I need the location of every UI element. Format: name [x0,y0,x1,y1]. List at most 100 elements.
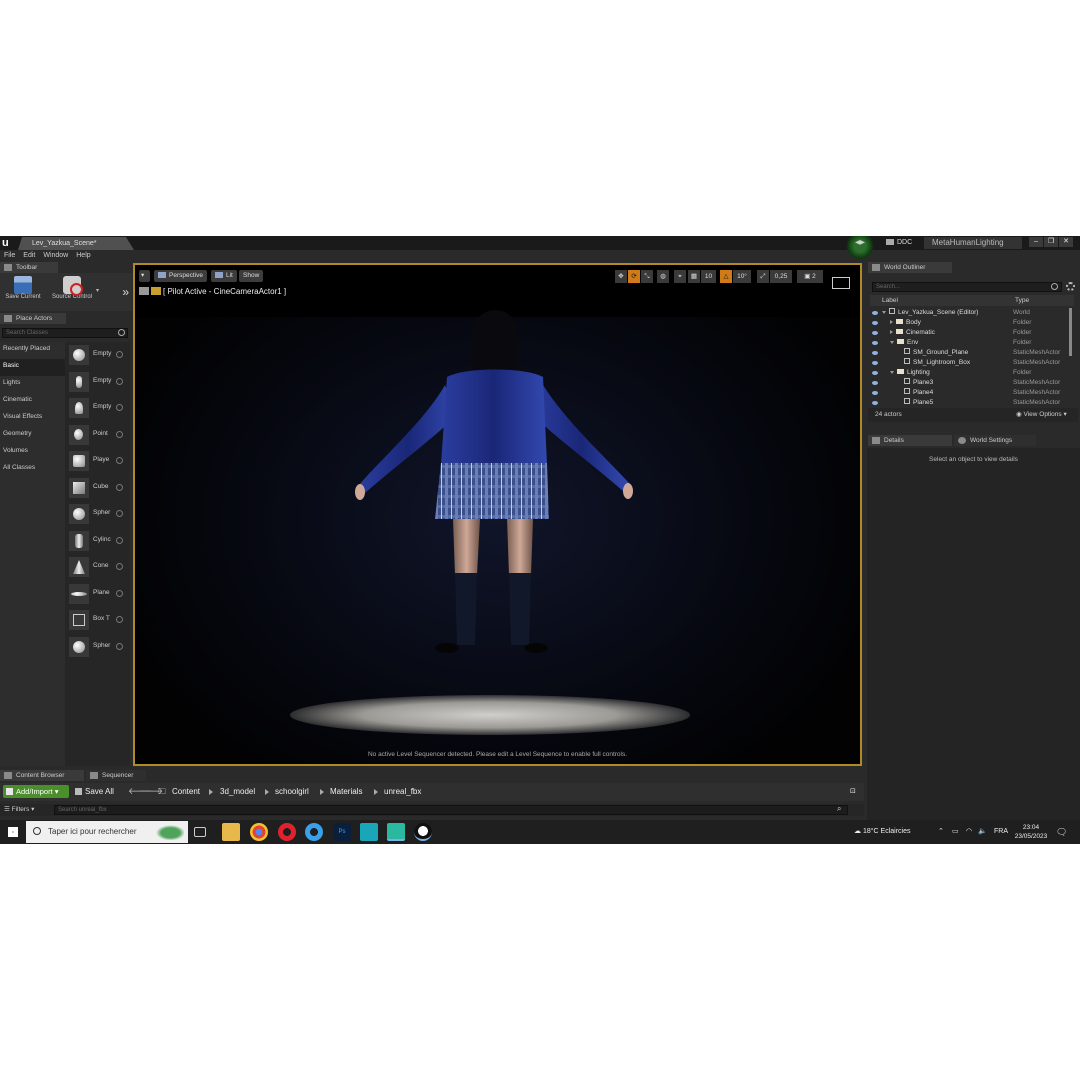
expand-arrow-icon[interactable] [882,311,886,314]
world-space-icon[interactable]: ◍ [657,270,669,283]
visibility-eye-icon[interactable] [872,381,878,385]
tab-sequencer[interactable]: Sequencer [86,770,146,781]
outliner-row[interactable]: SM_Lightroom_Box StaticMeshActor [870,358,1068,368]
visibility-eye-icon[interactable] [872,351,878,355]
actor-item-cylinder[interactable]: Cylinc [65,528,130,555]
app-c-icon[interactable] [305,823,323,841]
breadcrumb-separator-icon[interactable] [265,789,269,795]
folder-icon[interactable]: 🗀 [158,785,166,798]
visibility-eye-icon[interactable] [872,331,878,335]
translate-tool-icon[interactable]: ✥ [615,270,627,283]
content-search-input[interactable]: Search unreal_fbx [54,805,848,815]
windows-start-icon[interactable] [8,827,18,837]
type-column-header[interactable]: Type [1015,295,1029,306]
network-icon[interactable]: ▭ [952,820,959,844]
menu-help[interactable]: Help [72,250,94,262]
outliner-row[interactable]: Body Folder [870,318,1068,328]
rotation-snap-value[interactable]: 10° [733,270,751,283]
outliner-search-input[interactable]: Search... [872,282,1062,292]
filters-button[interactable]: ☰ Filters ▾ [4,805,34,815]
lit-button[interactable]: Lit [211,270,237,282]
help-icon[interactable] [116,377,123,385]
surface-snap-icon[interactable]: ⌖ [674,270,686,283]
menu-window[interactable]: Window [39,250,72,262]
menu-file[interactable]: File [0,250,19,262]
category-cinematic[interactable]: Cinematic [0,393,65,410]
opera-icon[interactable] [278,823,296,841]
taskbar-clock[interactable]: 23:04 23/05/2023 [1012,823,1050,841]
expand-arrow-icon[interactable] [890,341,894,344]
visibility-eye-icon[interactable] [872,311,878,315]
actor-item-empty-pawn[interactable]: Empty [65,395,130,422]
level-document-tab[interactable]: Lev_Yazkua_Scene* [18,237,134,250]
actor-item-player-start[interactable]: Playe [65,448,130,475]
gear-icon[interactable] [1066,282,1075,291]
expand-arrow-icon[interactable] [890,371,894,374]
help-icon[interactable] [116,642,123,650]
category-visual-effects[interactable]: Visual Effects [0,410,65,427]
visibility-eye-icon[interactable] [872,321,878,325]
outliner-row[interactable]: Lighting Folder [870,368,1068,378]
outliner-scrollbar[interactable] [1069,308,1072,356]
help-icon[interactable] [116,563,123,570]
breadcrumb-3d-model[interactable]: 3d_model [220,785,255,798]
actor-item-empty-actor[interactable]: Empty [65,342,130,369]
breadcrumb-content[interactable]: Content [172,785,200,798]
tab-toolbar[interactable]: Toolbar [0,262,58,273]
expand-arrow-icon[interactable] [890,330,893,334]
category-all-classes[interactable]: All Classes [0,461,65,478]
label-column-header[interactable]: Label [882,295,898,306]
add-import-button[interactable]: Add/Import ▾ [3,785,69,798]
toolbar-overflow-icon[interactable]: » [122,285,129,299]
file-explorer-icon[interactable] [222,823,240,841]
actor-item-cone[interactable]: Cone [65,554,130,581]
rotate-tool-icon[interactable]: ⟳ [628,270,640,283]
show-button[interactable]: Show [239,270,264,282]
source-control-status-icon[interactable] [846,236,874,260]
outliner-row[interactable]: Env Folder [870,338,1068,348]
rotation-snap-icon[interactable]: △ [720,270,732,283]
help-icon[interactable] [116,589,123,597]
scale-snap-icon[interactable]: ⤢ [757,270,769,283]
actor-item-box-trigger[interactable]: Box T [65,607,130,634]
tab-content-browser[interactable]: Content Browser [0,770,84,781]
tab-world-outliner[interactable]: World Outliner [868,262,952,273]
scale-tool-icon[interactable]: ⤡ [641,270,653,283]
task-view-icon[interactable] [194,827,206,837]
metahuman-icon[interactable] [387,823,405,841]
tab-place-actors[interactable]: Place Actors [0,313,66,324]
viewport-options-icon[interactable]: ▾ [139,270,150,282]
help-icon[interactable] [116,404,123,411]
save-all-button[interactable]: Save All [75,785,114,798]
category-lights[interactable]: Lights [0,376,65,393]
outliner-row[interactable]: Cinematic Folder [870,328,1068,338]
visibility-eye-icon[interactable] [872,361,878,365]
category-recently-placed[interactable]: Recently Placed [0,342,65,359]
actor-item-empty-character[interactable]: Empty [65,369,130,396]
outliner-row[interactable]: Plane3 StaticMeshActor [870,378,1068,388]
expand-arrow-icon[interactable] [890,320,893,324]
help-icon[interactable] [116,351,123,358]
visibility-eye-icon[interactable] [872,401,878,405]
taskbar-search-input[interactable]: Taper ici pour rechercher [26,821,188,843]
eject-icon[interactable] [139,287,149,295]
category-basic[interactable]: Basic [0,359,65,376]
close-button[interactable]: ✕ [1059,237,1073,247]
category-geometry[interactable]: Geometry [0,427,65,444]
breadcrumb-separator-icon[interactable] [320,789,324,795]
grid-snap-value[interactable]: 10 [701,270,716,283]
help-icon[interactable] [116,616,123,623]
menu-edit[interactable]: Edit [19,250,39,262]
breadcrumb-separator-icon[interactable] [374,789,378,795]
breadcrumb-separator-icon[interactable] [209,789,213,795]
photoshop-icon[interactable]: Ps [333,823,351,841]
actor-item-sphere-trigger[interactable]: Spher [65,634,130,661]
show-hidden-icons-icon[interactable]: ⌃ [938,820,944,844]
source-control-button[interactable]: Source Control [48,276,96,300]
volume-icon[interactable]: 🔈 [978,820,987,844]
weather-widget[interactable]: ☁ 18°C Eclaircies [854,820,911,844]
outliner-row[interactable]: Plane4 StaticMeshActor [870,388,1068,398]
minimize-button[interactable]: – [1029,237,1043,247]
source-control-dropdown-icon[interactable]: ▾ [96,287,99,294]
help-icon[interactable] [116,430,123,438]
